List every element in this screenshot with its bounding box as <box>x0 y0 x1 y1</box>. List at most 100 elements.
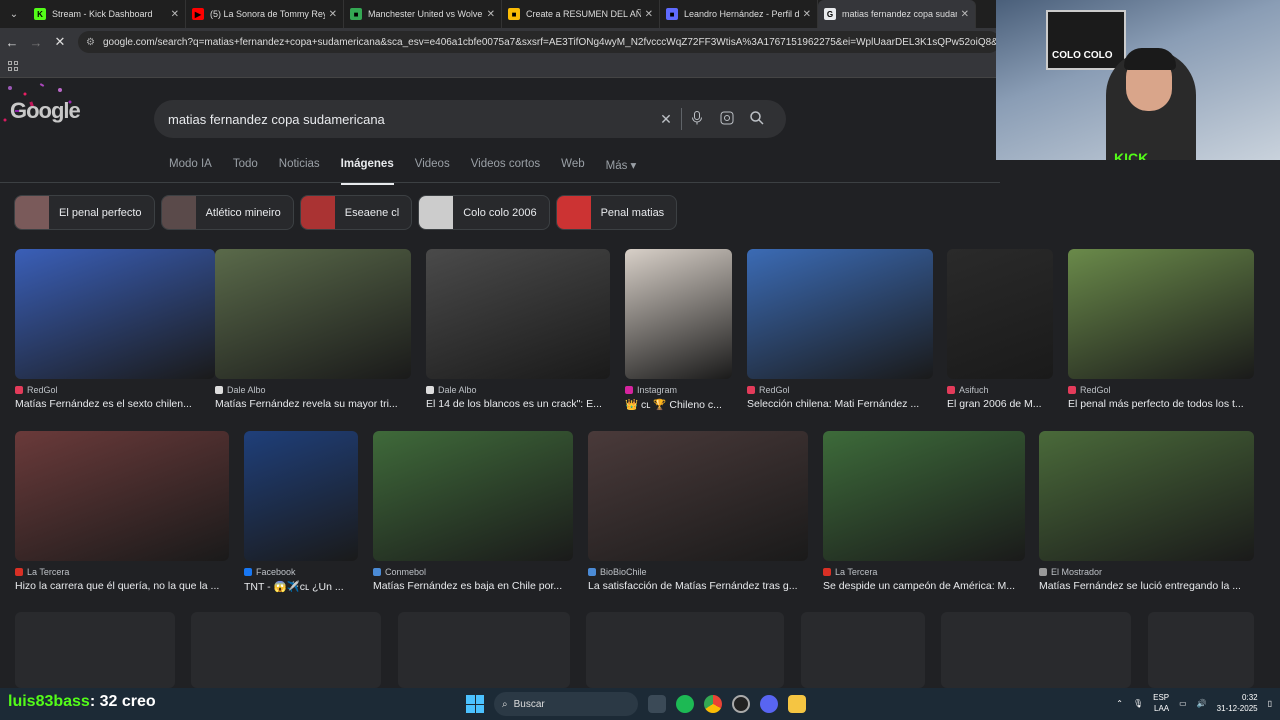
tab-videos-cortos[interactable]: Videos cortos <box>471 158 540 185</box>
result-source[interactable]: RedGol <box>1068 385 1254 395</box>
chrome-icon[interactable] <box>704 695 722 713</box>
language-indicator[interactable]: ESP LAA <box>1153 692 1169 714</box>
result-image[interactable] <box>947 249 1053 379</box>
related-search-chip[interactable]: Penal matias <box>555 195 678 230</box>
chevron-up-icon[interactable]: ⌃ <box>1116 699 1123 708</box>
result-title[interactable]: El penal más perfecto de todos los t... <box>1068 398 1254 410</box>
notifications-icon[interactable]: ▯ <box>1268 699 1272 708</box>
result-title[interactable]: El 14 de los blancos es un crack": E... <box>426 398 610 410</box>
image-result[interactable]: Asifuch El gran 2006 de M... <box>947 249 1053 410</box>
forward-arrow-icon[interactable]: → <box>24 35 48 50</box>
google-logo[interactable]: Google <box>10 98 81 124</box>
result-image[interactable] <box>426 249 610 379</box>
result-image[interactable] <box>15 249 215 379</box>
result-source[interactable]: Dale Albo <box>215 385 411 395</box>
clock[interactable]: 0:32 31-12-2025 <box>1217 692 1258 714</box>
browser-tab[interactable]: ■ Leandro Hernández - Perfil del ✕ <box>660 0 818 28</box>
tab-search-chevron-icon[interactable]: ⌄ <box>0 0 28 28</box>
tab-im-genes[interactable]: Imágenes <box>340 158 394 185</box>
back-arrow-icon[interactable]: ← <box>0 35 24 50</box>
discord-icon[interactable] <box>760 695 778 713</box>
browser-tab[interactable]: Gmatias fernandez copa sudame ✕ <box>818 0 976 28</box>
result-image[interactable] <box>588 431 808 561</box>
result-title[interactable]: Hizo la carrera que él quería, no la que… <box>15 580 229 592</box>
close-tab-icon[interactable]: ✕ <box>171 9 179 20</box>
related-search-chip[interactable]: Atlético mineiro <box>160 195 294 230</box>
browser-tab[interactable]: ■ Create a RESUMEN DEL AÑO C ✕ <box>502 0 660 28</box>
result-image[interactable] <box>1039 431 1254 561</box>
volume-icon[interactable]: 🔊 <box>1197 699 1207 708</box>
result-title[interactable]: Selección chilena: Mati Fernández ... <box>747 398 933 410</box>
result-image[interactable] <box>373 431 573 561</box>
result-source[interactable]: La Tercera <box>823 567 1025 577</box>
close-tab-icon[interactable]: ✕ <box>961 9 969 20</box>
related-search-chip[interactable]: Eseaene cl <box>299 195 413 230</box>
image-result[interactable]: La Tercera Se despide un campeón de Amér… <box>823 431 1025 592</box>
image-result[interactable]: RedGol El penal más perfecto de todos lo… <box>1068 249 1254 410</box>
image-result[interactable]: Dale Albo El 14 de los blancos es un cra… <box>426 249 610 410</box>
camera-lens-icon[interactable] <box>712 111 742 128</box>
image-result[interactable]: El Mostrador Matías Fernández se lució e… <box>1039 431 1254 592</box>
result-title[interactable]: TNT - 😱✈️ᴄʟ ¿Un ... <box>244 580 358 593</box>
close-tab-icon[interactable]: ✕ <box>329 9 337 20</box>
close-tab-icon[interactable]: ✕ <box>803 9 811 20</box>
tab-m-s[interactable]: Más ▾ <box>606 158 637 185</box>
result-image[interactable] <box>1068 249 1254 379</box>
taskbar-search[interactable]: ⌕ Buscar <box>494 692 638 716</box>
tab-modo-ia[interactable]: Modo IA <box>169 158 212 185</box>
image-result[interactable]: RedGol Selección chilena: Mati Fernández… <box>747 249 933 410</box>
result-source[interactable]: Facebook <box>244 567 358 577</box>
result-source[interactable]: RedGol <box>15 385 215 395</box>
apps-grid-icon[interactable] <box>8 61 18 71</box>
result-title[interactable]: Matías Fernández se lució entregando la … <box>1039 580 1254 592</box>
tab-web[interactable]: Web <box>561 158 584 185</box>
search-icon[interactable] <box>742 110 772 128</box>
tab-todo[interactable]: Todo <box>233 158 258 185</box>
site-info-icon[interactable]: ⚙ <box>86 37 95 48</box>
result-image[interactable] <box>747 249 933 379</box>
result-source[interactable]: Dale Albo <box>426 385 610 395</box>
result-image[interactable] <box>15 431 229 561</box>
browser-tab[interactable]: ▶ (5) La Sonora de Tommy Rey - É ✕ <box>186 0 344 28</box>
microphone-icon[interactable] <box>682 110 712 128</box>
file-explorer-icon[interactable] <box>788 695 806 713</box>
result-source[interactable]: El Mostrador <box>1039 567 1254 577</box>
result-source[interactable]: BioBioChile <box>588 567 808 577</box>
result-source[interactable]: La Tercera <box>15 567 229 577</box>
related-search-chip[interactable]: El penal perfecto <box>14 195 155 230</box>
image-result[interactable]: RedGol Matías Fernández es el sexto chil… <box>15 249 215 410</box>
close-tab-icon[interactable]: ✕ <box>487 9 495 20</box>
result-title[interactable]: Matías Fernández revela su mayor tri... <box>215 398 411 410</box>
result-title[interactable]: La satisfacción de Matías Fernández tras… <box>588 580 808 592</box>
result-image[interactable] <box>823 431 1025 561</box>
windows-start-icon[interactable] <box>466 695 484 713</box>
image-result[interactable]: Dale Albo Matías Fernández revela su may… <box>215 249 411 410</box>
search-input[interactable]: matias fernandez copa sudamericana <box>168 112 651 127</box>
result-title[interactable]: Se despide un campeón de América: M... <box>823 580 1025 592</box>
result-title[interactable]: 👑 ᴄʟ 🏆 Chileno c... <box>625 398 732 411</box>
stop-loading-icon[interactable]: ✕ <box>48 34 72 50</box>
obs-icon[interactable] <box>732 695 750 713</box>
image-result[interactable]: BioBioChile La satisfacción de Matías Fe… <box>588 431 808 592</box>
network-icon[interactable]: ▭ <box>1179 699 1187 708</box>
tab-noticias[interactable]: Noticias <box>279 158 320 185</box>
browser-tab[interactable]: ■ Manchester United vs Wolverh ✕ <box>344 0 502 28</box>
browser-tab[interactable]: K Stream - Kick Dashboard ✕ <box>28 0 186 28</box>
clear-icon[interactable]: ✕ <box>651 111 681 128</box>
image-result[interactable]: La Tercera Hizo la carrera que él quería… <box>15 431 229 592</box>
result-source[interactable]: Instagram <box>625 385 732 395</box>
image-result[interactable]: Instagram 👑 ᴄʟ 🏆 Chileno c... <box>625 249 732 411</box>
close-tab-icon[interactable]: ✕ <box>645 9 653 20</box>
tab-videos[interactable]: Videos <box>415 158 450 185</box>
result-image[interactable] <box>625 249 732 379</box>
task-view-icon[interactable] <box>648 695 666 713</box>
microphone-icon[interactable]: 🎙 <box>1133 699 1143 708</box>
result-source[interactable]: Asifuch <box>947 385 1053 395</box>
result-source[interactable]: RedGol <box>747 385 933 395</box>
result-image[interactable] <box>244 431 358 561</box>
image-result[interactable]: Facebook TNT - 😱✈️ᴄʟ ¿Un ... <box>244 431 358 593</box>
url-field[interactable]: ⚙ google.com/search?q=matias+fernandez+c… <box>78 31 1000 53</box>
result-source[interactable]: Conmebol <box>373 567 573 577</box>
result-title[interactable]: Matías Fernández es baja en Chile por... <box>373 580 573 592</box>
related-search-chip[interactable]: Colo colo 2006 <box>418 195 550 230</box>
